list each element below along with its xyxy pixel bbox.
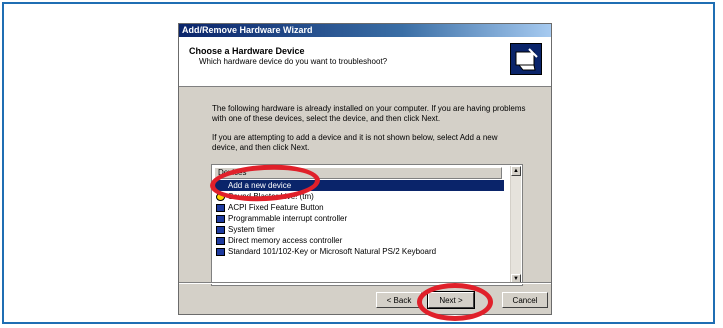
instruction-line: device, and then click Next. [212,143,310,152]
wizard-header: Choose a Hardware Device Which hardware … [179,37,551,87]
list-item[interactable]: Standard 101/102-Key or Microsoft Natura… [214,246,504,257]
list-item[interactable]: Programmable interrupt controller [214,213,504,224]
list-item-label: Sound Blaster Live! (tm) [228,192,314,201]
scroll-up-icon[interactable]: ▲ [511,166,521,176]
list-scrollbar[interactable]: ▲ ▼ [510,166,521,284]
list-item[interactable]: Sound Blaster Live! (tm) [214,191,504,202]
cancel-button[interactable]: Cancel [502,292,548,308]
list-item-label: Direct memory access controller [228,236,343,245]
keyboard-icon [216,247,225,256]
list-item[interactable]: System timer [214,224,504,235]
title-bar: Add/Remove Hardware Wizard [179,24,551,37]
instruction-text-1: The following hardware is already instal… [212,104,532,124]
list-item-label: ACPI Fixed Feature Button [228,203,324,212]
list-item-label: System timer [228,225,275,234]
list-item[interactable]: ACPI Fixed Feature Button [214,202,504,213]
instruction-text-2: If you are attempting to add a device an… [212,133,532,153]
devices-listbox[interactable]: Devices Add a new device Sound Blaster L… [211,164,523,286]
warning-icon [216,192,225,201]
instruction-line: with one of these devices, select the de… [212,114,441,123]
list-item-label: Programmable interrupt controller [228,214,348,223]
page-subtitle: Which hardware device do you want to tro… [199,57,388,66]
list-item-label: Standard 101/102-Key or Microsoft Natura… [228,247,437,256]
back-button[interactable]: < Back [376,292,422,308]
list-item-label: Add a new device [228,181,292,190]
page-title: Choose a Hardware Device [189,46,305,56]
instruction-line: If you are attempting to add a device an… [212,133,498,142]
device-icon [216,203,225,212]
list-item-add-new-device[interactable]: Add a new device [214,180,504,191]
next-button[interactable]: Next > [427,291,475,309]
list-item[interactable]: Direct memory access controller [214,235,504,246]
device-icon [216,236,225,245]
button-separator [179,282,551,284]
device-icon [216,225,225,234]
device-icon [216,214,225,223]
wizard-dialog: Add/Remove Hardware Wizard Choose a Hard… [178,23,552,315]
instruction-line: The following hardware is already instal… [212,104,526,113]
devices-column-header[interactable]: Devices [214,167,502,179]
hardware-wizard-icon [510,43,542,75]
